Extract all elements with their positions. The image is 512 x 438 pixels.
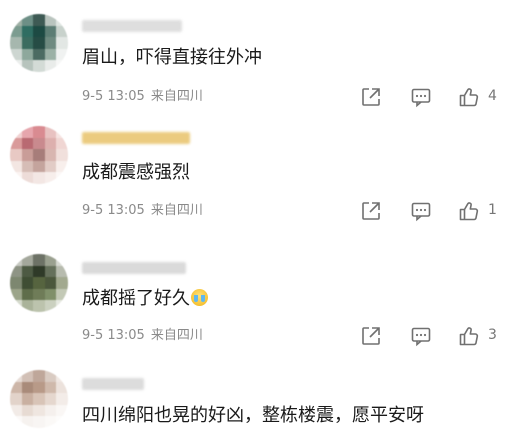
like-count: 4 [488, 88, 497, 104]
comment-date: 9-5 13:05 [82, 328, 145, 343]
comment-actions: 1 [360, 200, 500, 222]
comment-location: 来自四川 [150, 203, 203, 218]
comment-text: 四川绵阳也晃的好凶，整栋楼震，愿平安呀 [82, 405, 424, 426]
comment-list: 眉山，吓得直接往外冲 9-5 13:05 来自四川 4 成都震感强烈 9-5 13… [0, 0, 512, 438]
comment-location: 来自四川 [150, 89, 203, 104]
comment-meta: 9-5 13:05 来自四川 [82, 328, 203, 344]
comment-actions: 4 [360, 86, 500, 108]
avatar[interactable] [10, 370, 68, 428]
comment-location: 来自四川 [150, 328, 203, 343]
thumbs-up-icon[interactable] [458, 86, 480, 108]
comment-meta: 9-5 13:05 来自四川 [82, 89, 203, 105]
comment-icon[interactable] [410, 86, 432, 108]
avatar[interactable] [10, 126, 68, 184]
like-count: 3 [488, 327, 497, 343]
avatar[interactable] [10, 14, 68, 72]
crying-face-emoji [191, 289, 208, 306]
comment-actions: 3 [360, 325, 500, 347]
comment-text: 成都震感强烈 [82, 162, 190, 183]
avatar[interactable] [10, 254, 68, 312]
comment-date: 9-5 13:05 [82, 203, 145, 218]
share-icon[interactable] [360, 200, 382, 222]
share-icon[interactable] [360, 325, 382, 347]
username[interactable] [82, 132, 190, 144]
comment-text: 成都摇了好久 [82, 287, 208, 311]
comment-meta: 9-5 13:05 来自四川 [82, 203, 203, 219]
comment-date: 9-5 13:05 [82, 89, 145, 104]
thumbs-up-icon[interactable] [458, 325, 480, 347]
username[interactable] [82, 378, 144, 390]
comment-icon[interactable] [410, 325, 432, 347]
like-count: 1 [488, 202, 497, 218]
comment-icon[interactable] [410, 200, 432, 222]
username[interactable] [82, 262, 186, 274]
thumbs-up-icon[interactable] [458, 200, 480, 222]
username[interactable] [82, 20, 182, 32]
share-icon[interactable] [360, 86, 382, 108]
comment-text: 眉山，吓得直接往外冲 [82, 47, 262, 68]
comment-text-content: 成都摇了好久 [82, 288, 190, 309]
